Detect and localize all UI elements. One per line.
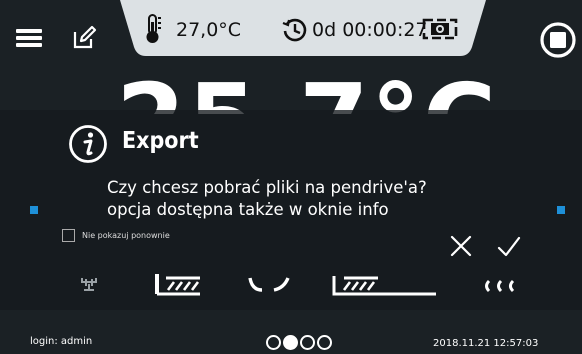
login-status: login: admin: [30, 336, 93, 347]
long-ramp-icon[interactable]: [332, 272, 438, 298]
top-bar: 27,0°C 0d 00:00:27: [0, 0, 582, 74]
chamber-temperature: 27,0°C: [176, 19, 242, 41]
page-dot-3[interactable]: [300, 335, 315, 350]
fan-icon[interactable]: [80, 272, 98, 298]
datetime: 2018.11.21 12:57:03: [433, 338, 539, 349]
stop-button[interactable]: [539, 21, 577, 59]
x-icon: [450, 235, 472, 257]
dont-show-again-label: Nie pokazuj ponownie: [82, 231, 170, 240]
thermometer-icon: [145, 13, 163, 45]
page-dot-1[interactable]: [266, 335, 281, 350]
cooling-icon[interactable]: [246, 272, 290, 298]
waves-icon[interactable]: [481, 272, 521, 298]
right-indicator: [557, 206, 565, 214]
hamburger-icon[interactable]: [16, 29, 42, 47]
info-icon: [68, 124, 108, 164]
dialog-message-line1: Czy chcesz pobrać pliki na pendrive'a?: [107, 178, 427, 197]
confirm-button[interactable]: [497, 236, 521, 258]
page-indicator: [266, 335, 332, 351]
elapsed-timer: 0d 00:00:27: [312, 19, 428, 41]
page-dot-4[interactable]: [317, 335, 332, 350]
edit-icon[interactable]: [72, 24, 98, 50]
big-temperature-readout: 25.7°C: [0, 74, 582, 114]
heating-ramp-icon[interactable]: [154, 272, 202, 298]
cancel-button[interactable]: [449, 234, 473, 258]
dialog-message-line2: opcja dostępna także w oknie info: [107, 200, 389, 219]
camera-icon[interactable]: [422, 18, 458, 40]
clock-icon: [282, 17, 308, 43]
dialog-title: Export: [122, 128, 199, 154]
left-indicator: [30, 206, 38, 214]
dont-show-again-checkbox[interactable]: [62, 229, 75, 242]
check-icon: [497, 236, 521, 257]
page-dot-2[interactable]: [283, 335, 298, 350]
status-bar: 27,0°C 0d 00:00:27: [120, 0, 486, 60]
